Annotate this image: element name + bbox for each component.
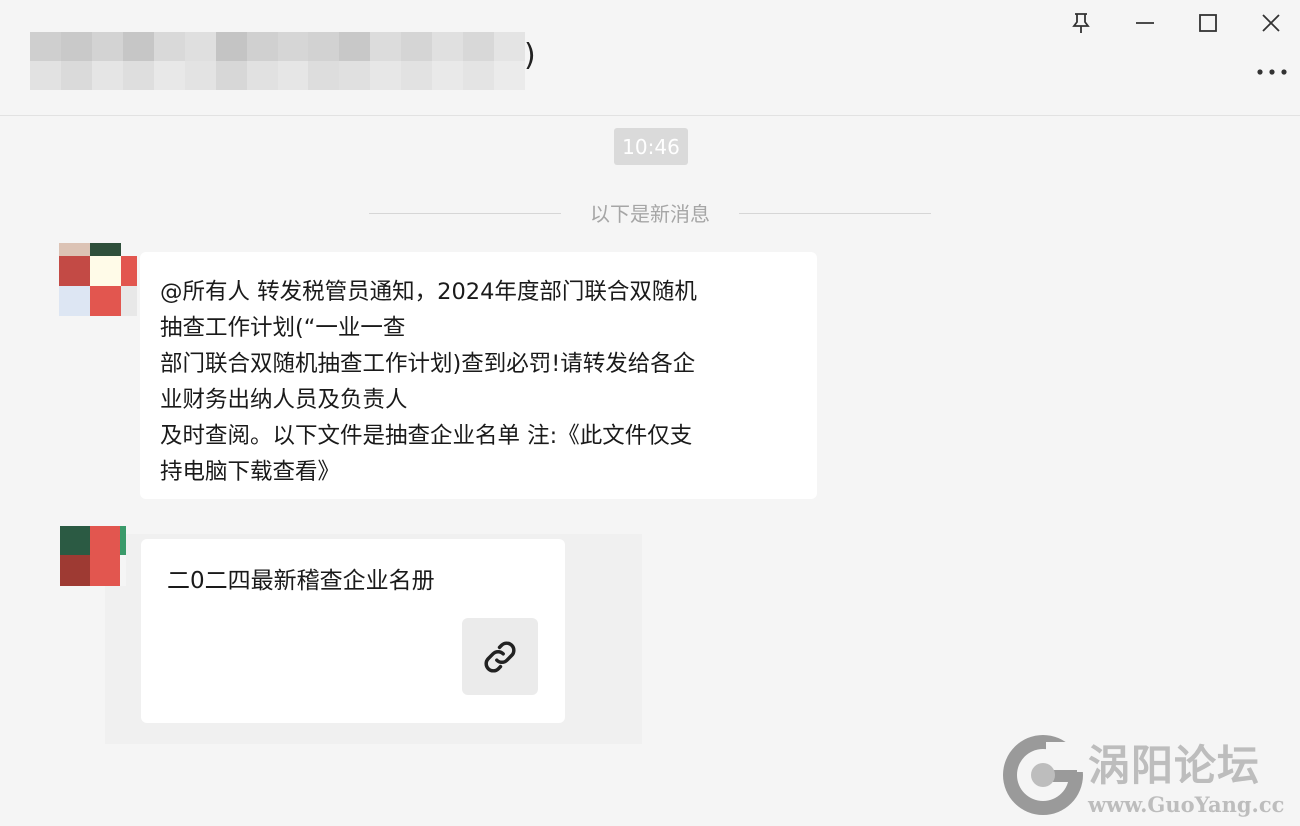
blurred-chat-title	[30, 32, 525, 90]
minimize-icon[interactable]	[1130, 8, 1160, 38]
title-bar: )	[0, 0, 1300, 116]
message-line: 抽查工作计划(“一业一查	[160, 315, 406, 341]
maximize-icon[interactable]	[1193, 8, 1223, 38]
watermark-name: 涡阳论坛	[1088, 741, 1261, 790]
message-line: @所有人 转发税管员通知，2024年度部门联合双随机	[160, 279, 697, 305]
message-line: 持电脑下载查看》	[160, 459, 341, 485]
divider-line-right	[739, 213, 931, 214]
link-card-title: 二0二四最新稽查企业名册	[167, 568, 435, 594]
chat-title-suffix: )	[524, 38, 536, 73]
message-line: 及时查阅。以下文件是抽查企业名单 注:《此文件仅支	[160, 423, 693, 449]
avatar[interactable]	[59, 243, 137, 316]
pin-icon[interactable]	[1066, 8, 1096, 38]
forum-logo-icon	[1003, 735, 1084, 815]
link-icon[interactable]	[462, 618, 538, 695]
more-icon[interactable]	[1252, 58, 1292, 86]
close-icon[interactable]	[1256, 8, 1286, 38]
avatar[interactable]	[60, 526, 126, 586]
message-timestamp: 10:46	[614, 128, 688, 165]
divider-line-left	[369, 213, 561, 214]
message-bubble[interactable]: @所有人 转发税管员通知，2024年度部门联合双随机 抽查工作计划(“一业一查 …	[140, 252, 817, 499]
watermark-url: www.GuoYang.cc	[1088, 792, 1285, 817]
forum-watermark: 涡阳论坛 www.GuoYang.cc	[1000, 732, 1300, 826]
link-card[interactable]: 二0二四最新稽查企业名册	[141, 539, 565, 723]
message-line: 业财务出纳人员及负责人	[160, 387, 408, 413]
new-messages-divider: 以下是新消息	[590, 202, 710, 226]
message-line: 部门联合双随机抽查工作计划)查到必罚!请转发给各企	[160, 351, 696, 377]
